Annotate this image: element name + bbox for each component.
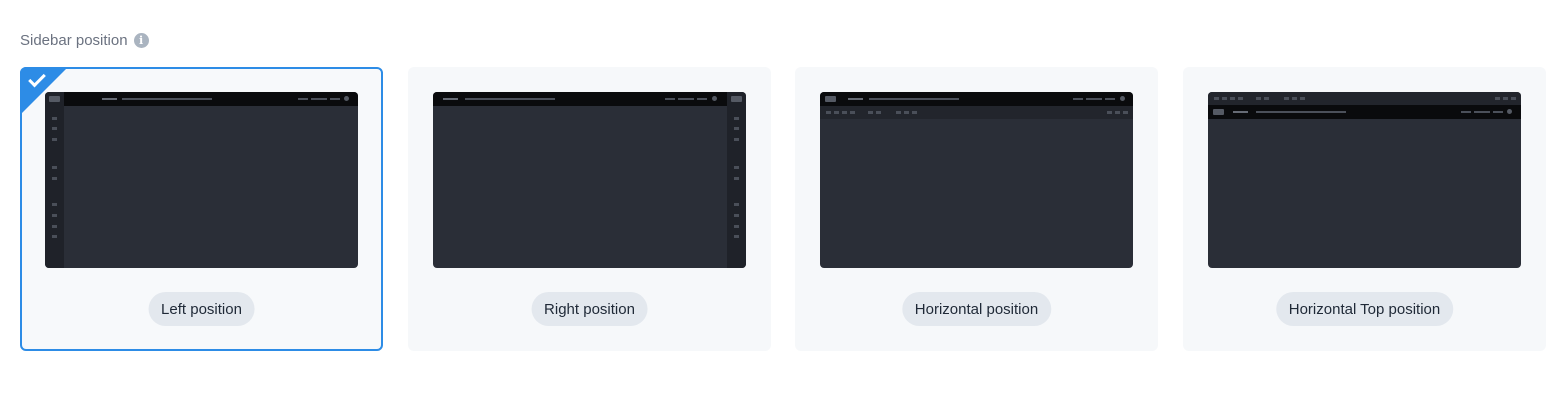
section-title: Sidebar position: [20, 32, 128, 49]
preview-topbar: [64, 92, 358, 106]
left-position-preview: [45, 92, 358, 268]
preview-sidebar: [45, 92, 64, 268]
right-position-preview: [433, 92, 746, 268]
option-label: Horizontal position: [901, 292, 1052, 326]
sidebar-position-options: Left position Right position Horizontal …: [20, 67, 1546, 351]
preview-horizontal-nav: [1208, 92, 1521, 105]
option-left-position[interactable]: Left position: [20, 67, 383, 351]
option-label: Left position: [148, 292, 255, 326]
preview-sidebar: [727, 92, 746, 268]
option-label: Horizontal Top position: [1275, 292, 1454, 326]
option-right-position[interactable]: Right position: [408, 67, 771, 351]
preview-horizontal-nav: [820, 106, 1133, 119]
info-icon[interactable]: i: [133, 33, 149, 48]
option-label: Right position: [531, 292, 648, 326]
section-label: Sidebar position i: [20, 32, 149, 49]
horizontal-top-position-preview: [1208, 92, 1521, 268]
option-horizontal-top-position[interactable]: Horizontal Top position: [1183, 67, 1546, 351]
option-horizontal-position[interactable]: Horizontal position: [795, 67, 1158, 351]
preview-topbar: [820, 92, 1133, 106]
preview-topbar: [1208, 105, 1521, 119]
preview-topbar: [433, 92, 727, 106]
horizontal-position-preview: [820, 92, 1133, 268]
